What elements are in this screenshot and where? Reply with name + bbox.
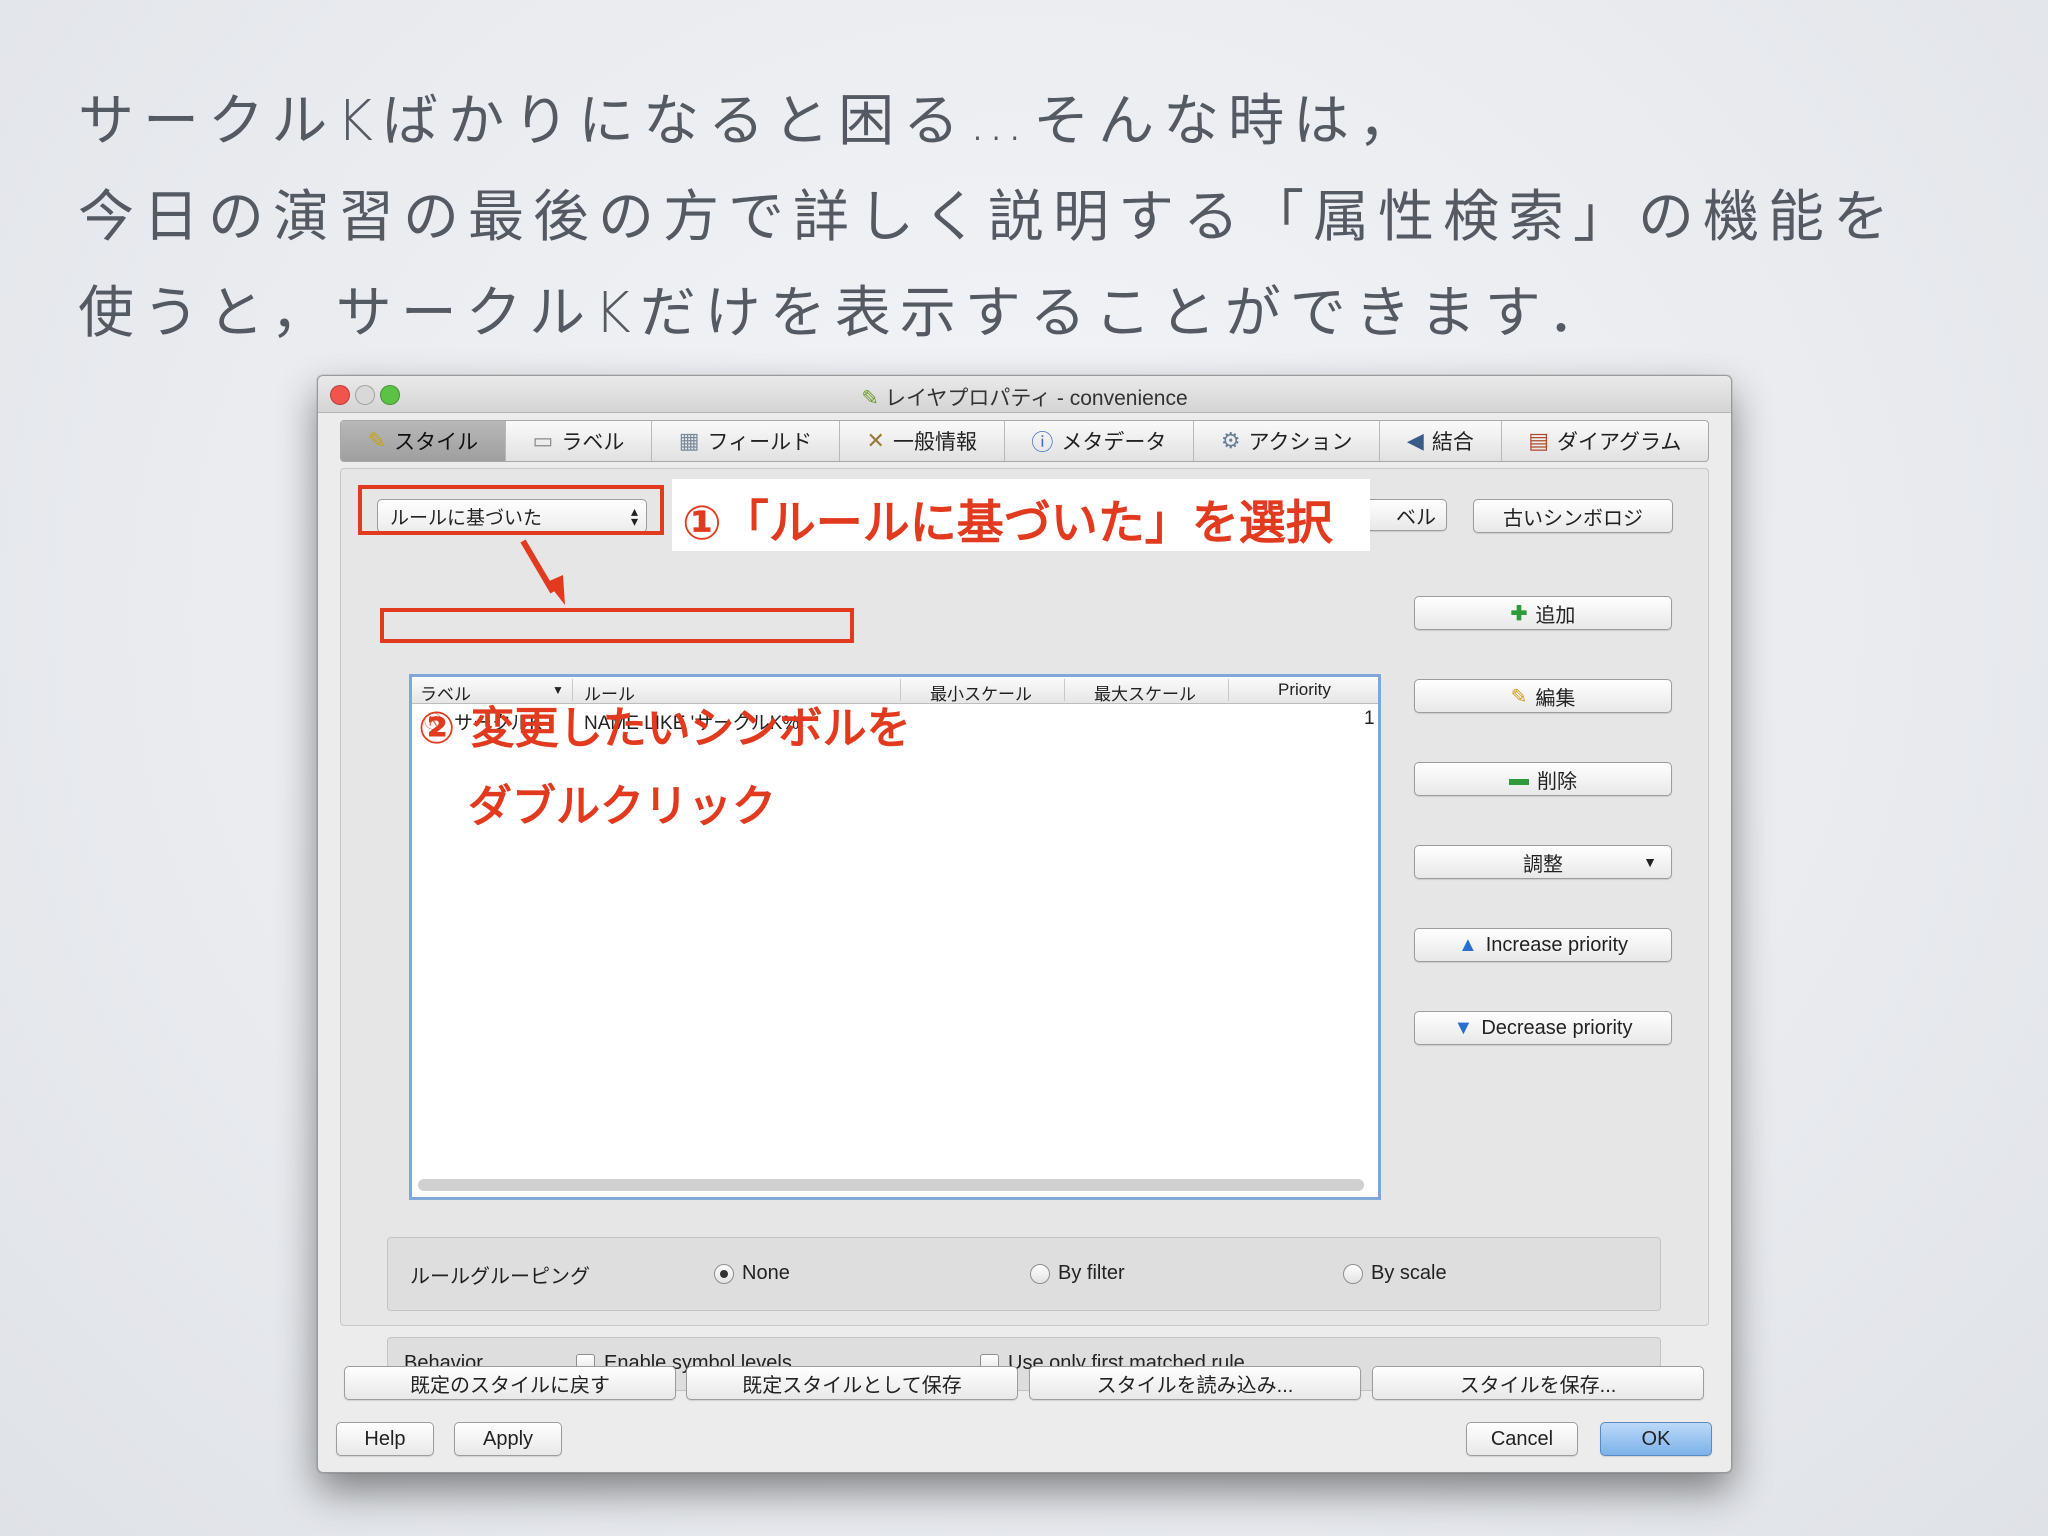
slide-text-line-2: 今日の演習の最後の方で詳しく説明する「属性検索」の機能を — [78, 185, 1898, 250]
grouping-filter-label[interactable]: By filter — [1058, 1262, 1125, 1285]
tab-style[interactable]: ✎ スタイル — [341, 421, 506, 461]
apply-button[interactable]: Apply — [454, 1422, 562, 1456]
rule-grouping-box: ルールグルーピング None By filter By scale — [387, 1237, 1661, 1311]
pencil-icon: ✎ — [1510, 685, 1528, 708]
decrease-priority-button[interactable]: ▼ Decrease priority — [1414, 1011, 1672, 1045]
minus-icon: ▬ — [1509, 767, 1529, 790]
help-button[interactable]: Help — [336, 1422, 434, 1456]
grouping-scale-label[interactable]: By scale — [1371, 1262, 1447, 1285]
tab-bar: ✎ スタイル ▭ ラベル ▦ フィールド ✕ 一般情報 ⓘ メタデータ ⚙ アクション ◀ 結… — [340, 420, 1709, 462]
adjust-menu-button[interactable]: 調整 ▼ — [1414, 845, 1672, 879]
slide-text-line-3: 使うと，サークルKだけを表示することができます． — [78, 281, 1613, 346]
tab-metadata[interactable]: ⓘ メタデータ — [1005, 421, 1195, 461]
delete-rule-button[interactable]: ▬ 削除 — [1414, 762, 1672, 796]
tab-diagram[interactable]: ▤ ダイアグラム — [1502, 421, 1709, 461]
up-triangle-icon: ▲ — [1457, 933, 1478, 956]
slide-text-line-1: サークルKばかりになると困る…そんな時は， — [78, 89, 1424, 154]
tab-label[interactable]: ▭ ラベル — [506, 421, 653, 461]
column-header-min-scale[interactable]: 最小スケール — [930, 680, 1032, 705]
gears-icon: ⚙ — [1220, 428, 1241, 453]
column-header-max-scale[interactable]: 最大スケール — [1094, 680, 1196, 705]
restore-default-style-button[interactable]: 既定のスタイルに戻す — [344, 1366, 676, 1400]
tab-fields[interactable]: ▦ フィールド — [652, 421, 840, 461]
step2-annotation-line2: ダブルクリック — [468, 781, 776, 832]
cancel-button[interactable]: Cancel — [1466, 1422, 1578, 1456]
column-header-priority[interactable]: Priority — [1278, 680, 1331, 700]
diagram-icon: ▤ — [1528, 428, 1550, 453]
style-icon: ✎ — [367, 428, 387, 453]
add-rule-button[interactable]: ✚ 追加 — [1414, 596, 1672, 630]
tools-icon: ✕ — [866, 428, 885, 453]
tab-general[interactable]: ✕ 一般情報 — [840, 421, 1005, 461]
window-title: ✎ レイヤプロパティ - convenience — [861, 387, 1188, 410]
tab-actions[interactable]: ⚙ アクション — [1194, 421, 1381, 461]
grouping-filter-radio[interactable] — [1030, 1264, 1050, 1284]
style-panel: ルールに基づいた ▴ ▾ ベル 古いシンボロジ ラベル ▼ ルール 最小スケール … — [340, 468, 1709, 1391]
join-icon: ◀ — [1406, 428, 1424, 453]
step1-annotation: ①「ルールに基づいた」を選択 — [682, 496, 1333, 551]
row-priority: 1 — [1364, 708, 1375, 729]
grouping-none-label[interactable]: None — [742, 1262, 790, 1285]
info-icon: ⓘ — [1031, 430, 1054, 455]
table-icon: ▦ — [678, 428, 700, 453]
title-bar[interactable]: ✎ レイヤプロパティ - convenience — [318, 376, 1731, 413]
dropdown-arrow-icon: ▼ — [1643, 854, 1657, 870]
label-icon: ▭ — [532, 428, 554, 453]
save-style-button[interactable]: スタイルを保存... — [1372, 1366, 1704, 1400]
rule-grouping-label: ルールグルーピング — [410, 1266, 590, 1288]
grouping-scale-radio[interactable] — [1343, 1264, 1363, 1284]
increase-priority-button[interactable]: ▲ Increase priority — [1414, 928, 1672, 962]
qgis-layer-icon: ✎ — [861, 387, 879, 410]
old-symbology-button[interactable]: 古いシンボロジ — [1473, 499, 1673, 533]
load-style-button[interactable]: スタイルを読み込み... — [1029, 1366, 1361, 1400]
plus-icon: ✚ — [1510, 602, 1528, 625]
edit-rule-button[interactable]: ✎ 編集 — [1414, 679, 1672, 713]
step2-annotation-line1: ② 変更したいシンボルを — [418, 703, 911, 754]
ok-button[interactable]: OK — [1600, 1422, 1712, 1456]
grouping-none-radio[interactable] — [714, 1264, 734, 1284]
down-triangle-icon: ▼ — [1453, 1016, 1474, 1039]
save-default-style-button[interactable]: 既定スタイルとして保存 — [686, 1366, 1018, 1400]
horizontal-scrollbar[interactable] — [418, 1179, 1364, 1191]
renderer-select-highlight — [358, 485, 664, 535]
tab-join[interactable]: ◀ 結合 — [1380, 421, 1502, 461]
rule-row-highlight — [380, 608, 854, 643]
